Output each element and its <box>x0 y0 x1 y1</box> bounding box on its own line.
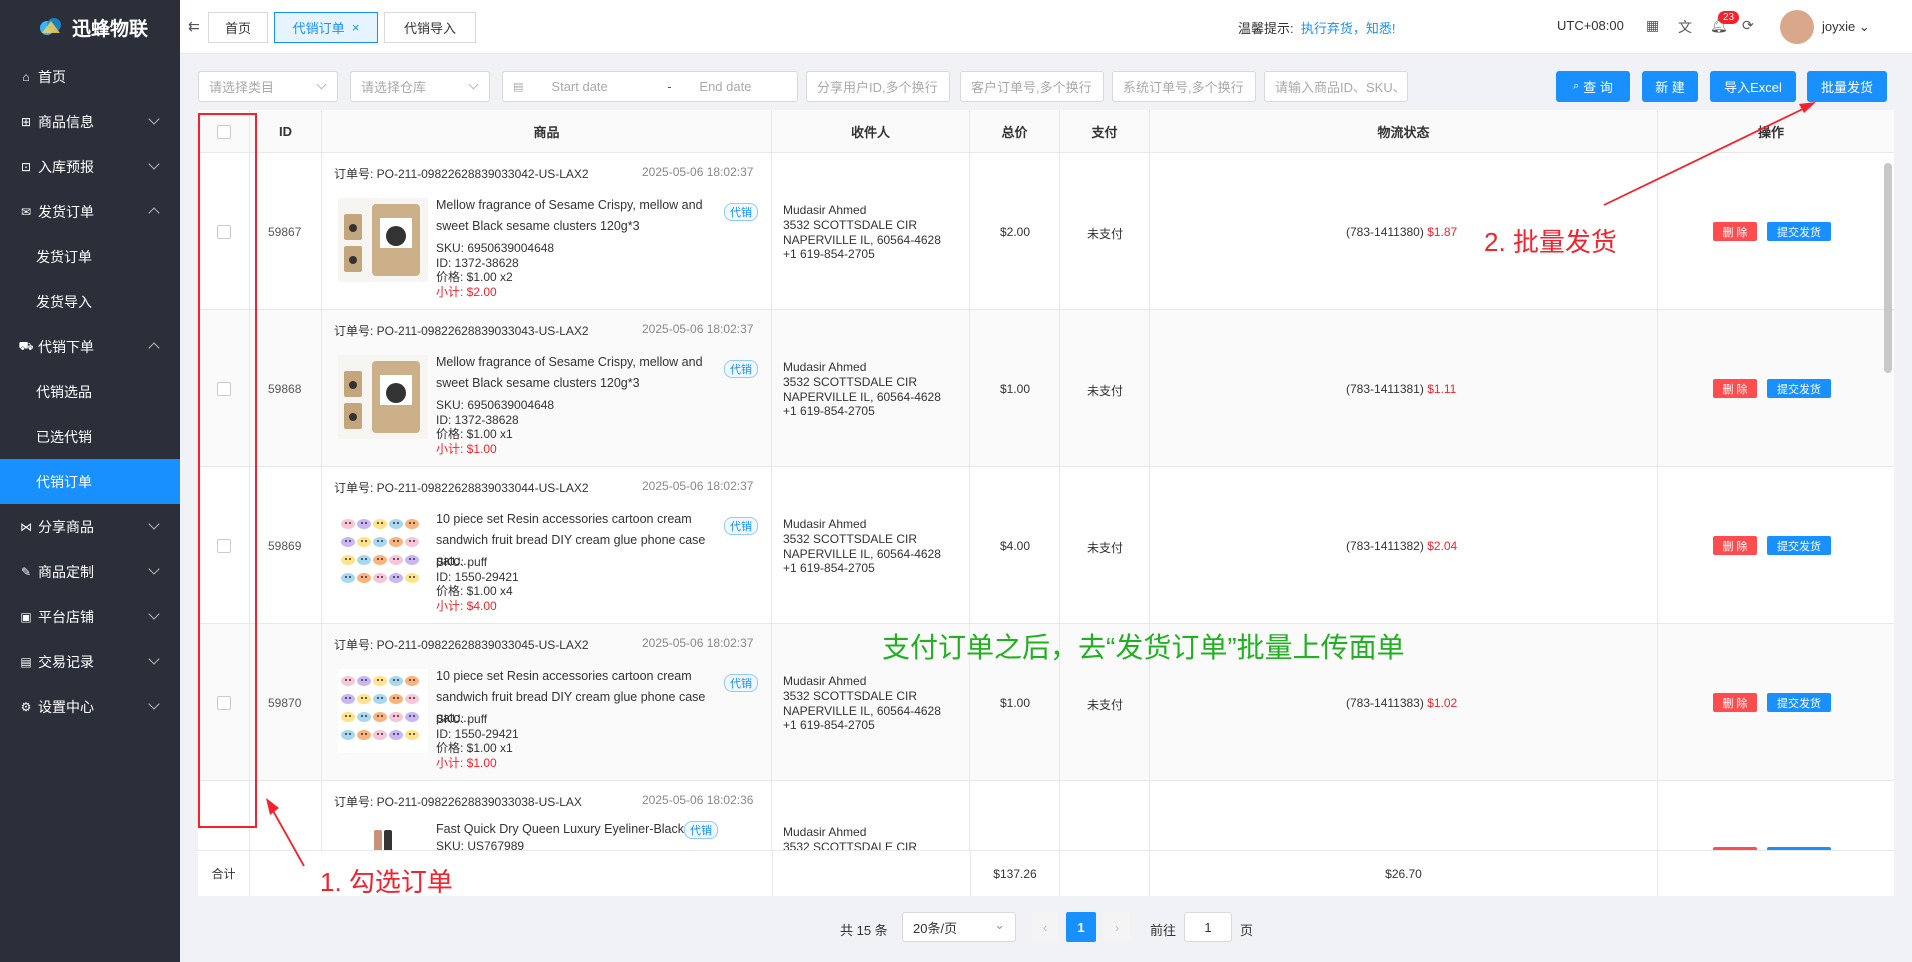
arrow-step1-head <box>266 798 279 815</box>
annotation-note: 支付订单之后，去“发货订单”批量上传面单 <box>882 632 1405 663</box>
annotation-step2: 2. 批量发货 <box>1484 227 1617 257</box>
arrow-step2-line <box>1603 107 1806 206</box>
annotation-step1: 1. 勾选订单 <box>320 867 453 897</box>
arrow-step2-head <box>1799 102 1816 113</box>
arrow-step1-line <box>271 808 305 867</box>
annotation-arrows <box>266 102 1816 867</box>
